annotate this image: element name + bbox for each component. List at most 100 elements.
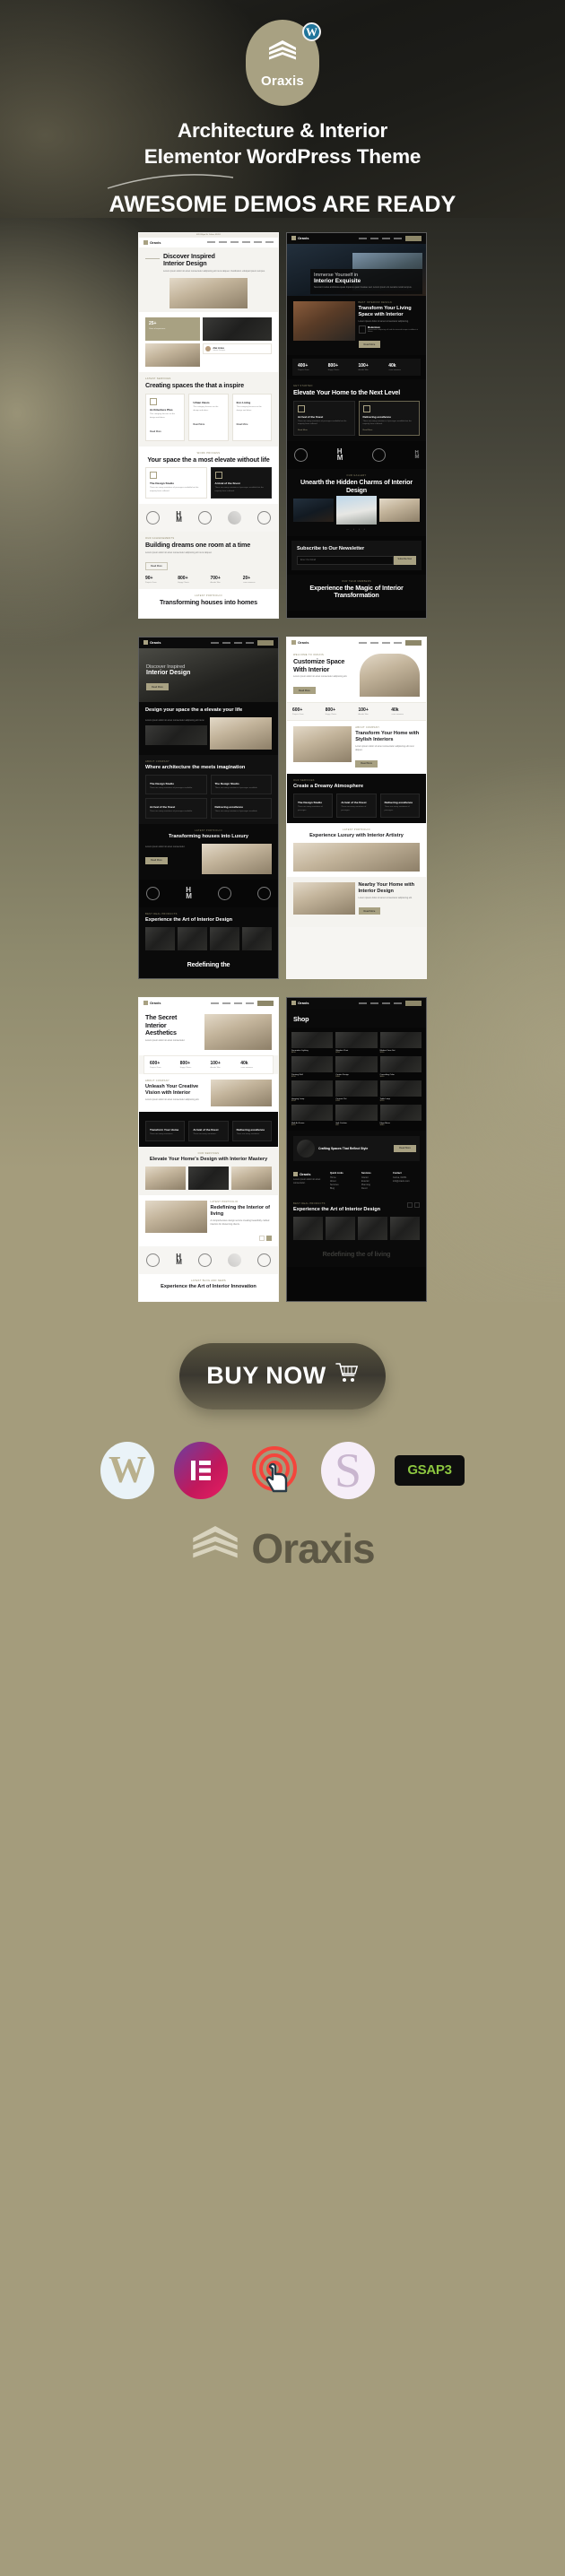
feature-card[interactable]: Delivering excellence There are many var… <box>358 400 420 437</box>
demo5-nav-button[interactable] <box>257 1000 274 1006</box>
product-item[interactable]: Painting Wall $250 <box>291 1055 334 1078</box>
buy-now-button[interactable]: BUY NOW <box>179 1342 386 1409</box>
showcase-image[interactable] <box>358 1216 387 1240</box>
product-item[interactable]: Ceramic Pot $120 <box>335 1080 378 1102</box>
feature-card[interactable]: Transform Your Home There are many varia… <box>145 1120 186 1141</box>
demo4-nearby-button[interactable]: Read More <box>358 907 381 915</box>
demo5-slider-controls[interactable] <box>145 1235 272 1241</box>
demo3-nav-links[interactable] <box>211 641 254 644</box>
carousel-next-button[interactable] <box>414 1201 420 1208</box>
gsap3-icon[interactable]: GSAP3 <box>395 1454 465 1486</box>
process-card[interactable]: The Design Studio There are many variati… <box>145 467 207 499</box>
service-card-button[interactable]: Read More <box>193 421 204 428</box>
newsletter-email-input[interactable]: Enter Your Email <box>297 555 394 565</box>
service-image[interactable] <box>231 1166 272 1190</box>
swiper-icon[interactable]: S <box>321 1441 375 1499</box>
elementor-icon[interactable] <box>174 1441 228 1499</box>
demo5-navbar[interactable]: Oraxis <box>139 997 278 1009</box>
product-image[interactable] <box>242 927 272 951</box>
demo3-portfolio-button[interactable]: Read More <box>145 856 168 864</box>
product-image[interactable] <box>145 927 175 951</box>
demo1-achievements-button[interactable]: Read More <box>145 561 168 570</box>
showcase-image[interactable] <box>390 1216 420 1240</box>
gallery-pagination[interactable]: — • • • <box>293 527 420 531</box>
demo-thumbnail-3[interactable]: Oraxis Discover Inspired Interior Design… <box>138 636 279 979</box>
demo2-nav-links[interactable] <box>359 237 402 239</box>
demo6-navbar[interactable]: Oraxis <box>287 997 426 1009</box>
wordpress-icon[interactable]: W <box>100 1441 154 1499</box>
service-card[interactable]: Urban Oasis This category focuses on the… <box>188 394 229 441</box>
service-card-button[interactable]: Read More <box>150 429 161 435</box>
about-card[interactable]: The Design Studio There are many variati… <box>145 774 207 795</box>
demo6-footer-col-links[interactable]: Celina, 61051 info@oraxis.com <box>393 1176 420 1184</box>
demo2-navbar[interactable]: Oraxis <box>287 232 426 244</box>
demo5-nav-links[interactable] <box>211 1002 254 1004</box>
demo4-nav-button[interactable] <box>405 639 422 646</box>
demo4-nav-links[interactable] <box>359 641 402 644</box>
service-image[interactable] <box>188 1166 229 1190</box>
demo3-hero-button[interactable]: Read More <box>146 683 169 691</box>
demo1-nav-links[interactable] <box>207 241 274 244</box>
product-image[interactable] <box>210 927 239 951</box>
feature-card[interactable]: Delivering excellence There are many var… <box>231 1120 272 1141</box>
showcase-image[interactable] <box>293 1216 323 1240</box>
demo6-nav-button[interactable] <box>405 1000 422 1006</box>
demo6-cta-button[interactable]: Read More <box>394 1144 416 1152</box>
demo5-brand[interactable]: Oraxis <box>143 1001 161 1006</box>
demo1-brand[interactable]: Oraxis <box>143 239 161 245</box>
demo4-about-button[interactable]: Read More <box>355 759 378 768</box>
demo6-showcase-controls[interactable] <box>407 1201 420 1208</box>
about-card[interactable]: Arrival of the finest There are many var… <box>145 798 207 820</box>
gallery-image[interactable] <box>336 495 377 525</box>
newsletter-form[interactable]: Enter Your Email Subscribe Now <box>297 555 416 565</box>
demo-thumbnail-2[interactable]: Oraxis Immerse Yourself in Interior Exqu… <box>286 231 427 619</box>
demo6-brand[interactable]: Oraxis <box>291 1001 309 1006</box>
demo2-brand[interactable]: Oraxis <box>291 236 309 241</box>
demo-thumbnail-4[interactable]: Oraxis Welcome to Oraxis Customize Space… <box>286 636 427 979</box>
about-card[interactable]: The Design Studio There are many variati… <box>210 774 272 795</box>
demo4-navbar[interactable]: Oraxis <box>287 637 426 648</box>
demo2-transform-button[interactable]: Read More <box>358 341 381 349</box>
service-card-button[interactable]: Read More <box>237 421 248 428</box>
product-item[interactable]: Soft Cushion $90 <box>335 1104 378 1126</box>
gallery-image[interactable] <box>293 498 334 522</box>
about-card[interactable]: Delivering excellence There are many var… <box>210 798 272 820</box>
product-item[interactable]: Consulting Color $650 <box>379 1055 422 1078</box>
product-item[interactable]: Wooden Chair $250 <box>335 1031 378 1054</box>
carousel-prev-button[interactable] <box>407 1201 413 1208</box>
service-card[interactable]: Arrival of the finest There are many var… <box>336 794 377 818</box>
demo4-brand[interactable]: Oraxis <box>291 640 309 646</box>
feature-card-button[interactable]: Read More <box>363 429 416 431</box>
demo-thumbnail-1[interactable]: 6391 Elgin St. Celina, 61051 Oraxis Disc… <box>138 231 279 619</box>
demo6-footer-brand[interactable]: Oraxis <box>293 1171 326 1176</box>
demo6-nav-links[interactable] <box>359 1002 402 1004</box>
service-image[interactable] <box>145 1166 186 1190</box>
slider-next-button[interactable] <box>266 1235 272 1241</box>
product-item[interactable]: Decorative Lighting $450 <box>291 1031 334 1054</box>
newsletter-submit-button[interactable]: Subscribe Now <box>393 555 416 565</box>
product-image[interactable] <box>178 927 207 951</box>
demo1-navbar[interactable]: Oraxis <box>139 237 278 247</box>
service-card[interactable]: Architecture Plus This category focuses … <box>145 394 186 441</box>
service-card[interactable]: Eco Living This category focuses on the … <box>231 394 272 441</box>
demo2-nav-button[interactable] <box>405 235 422 241</box>
demo3-navbar[interactable]: Oraxis <box>139 637 278 648</box>
product-item[interactable]: Table Lamp $210 <box>379 1080 422 1102</box>
demo6-footer-col-links[interactable]: Interior Exterior Planning Decor <box>361 1176 388 1192</box>
slider-prev-button[interactable] <box>259 1235 265 1241</box>
product-item[interactable]: Floor Mirror $480 <box>379 1104 422 1126</box>
demo3-nav-button[interactable] <box>257 639 274 646</box>
process-card[interactable]: Arrival of the finest There are many var… <box>210 467 272 499</box>
product-item[interactable]: Curtain Design $350 <box>335 1055 378 1078</box>
demo3-brand[interactable]: Oraxis <box>143 640 161 646</box>
product-item[interactable]: Wall Art Frame $320 <box>291 1104 334 1126</box>
service-card[interactable]: Delivering excellence There are many var… <box>379 794 420 818</box>
gallery-image[interactable] <box>379 498 420 522</box>
one-click-icon[interactable] <box>248 1442 301 1499</box>
showcase-image[interactable] <box>326 1216 355 1240</box>
service-card[interactable]: The Design Studio There are many variati… <box>293 794 334 818</box>
product-item[interactable]: Modern Vase Set $150 <box>379 1031 422 1054</box>
demo4-hero-button[interactable]: Read More <box>293 687 316 695</box>
product-item[interactable]: Hanging Lamp $180 <box>291 1080 334 1102</box>
feature-card[interactable]: Arrival of the finest There are many var… <box>293 400 355 437</box>
